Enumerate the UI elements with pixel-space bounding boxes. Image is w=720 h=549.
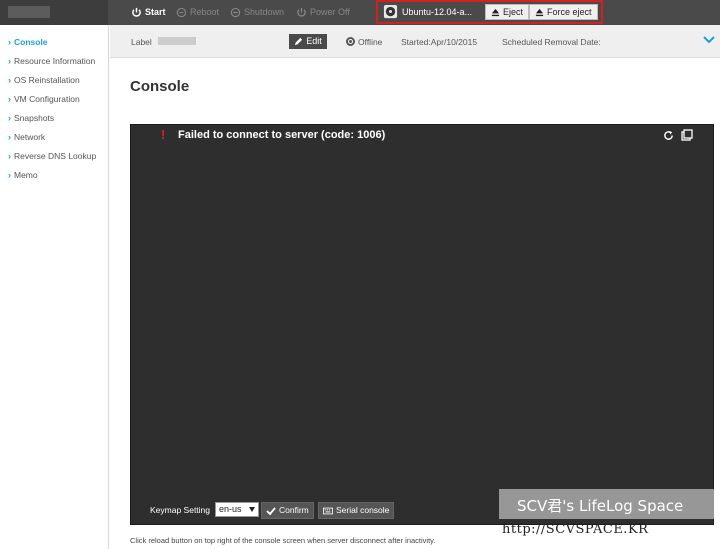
confirm-label: Confirm [279, 505, 309, 515]
sidebar-item-reverse-dns-lookup[interactable]: › Reverse DNS Lookup [8, 150, 96, 162]
chevron-right-icon: › [8, 56, 11, 66]
sidebar-item-label: OS Reinstallation [14, 75, 80, 85]
edit-label: Edit [306, 36, 322, 46]
error-message: Failed to connect to server (code: 1006) [178, 129, 386, 141]
error-icon: ! [161, 127, 166, 142]
reboot-icon [176, 7, 187, 18]
dropdown-arrow-icon [249, 507, 255, 512]
chevron-right-icon: › [8, 151, 11, 161]
console-help-text: Click reload button on top right of the … [130, 536, 436, 545]
sidebar-item-snapshots[interactable]: › Snapshots [8, 112, 54, 124]
console-screen[interactable] [130, 124, 714, 525]
sidebar-item-console[interactable]: › Console [8, 36, 48, 48]
status-indicator-icon [346, 37, 355, 46]
chevron-right-icon: › [8, 37, 11, 47]
reboot-label: Reboot [190, 7, 220, 17]
logo[interactable] [0, 0, 108, 25]
chevron-right-icon: › [8, 75, 11, 85]
eject-icon [491, 8, 500, 16]
serial-console-label: Serial console [336, 505, 390, 515]
chevron-right-icon: › [8, 170, 11, 180]
eject-icon [535, 8, 544, 16]
eject-button[interactable]: Eject [485, 4, 530, 20]
top-toolbar: Start Reboot Shutdown Power Off Ubuntu-1… [0, 0, 720, 25]
power-icon [132, 7, 141, 17]
eject-label: Eject [503, 7, 524, 17]
pencil-icon [295, 37, 303, 46]
keyboard-icon [323, 507, 333, 514]
label-value-redacted [158, 37, 196, 45]
fullscreen-icon[interactable] [681, 129, 693, 141]
sidebar-item-label: VM Configuration [14, 94, 80, 104]
start-label: Start [145, 7, 166, 17]
edit-label-button[interactable]: Edit [289, 34, 327, 49]
serial-console-button[interactable]: Serial console [318, 502, 395, 519]
logo-image [8, 6, 50, 18]
sidebar-item-label: Console [14, 37, 48, 47]
power-off-label: Power Off [310, 7, 350, 17]
sidebar-item-label: Memo [14, 170, 38, 180]
sidebar-nav: › Console › Resource Information › OS Reins… [0, 25, 109, 549]
page-title: Console [130, 78, 190, 95]
keymap-setting-label: Keymap Setting [150, 505, 211, 515]
power-off-button[interactable]: Power Off [296, 5, 350, 20]
start-button[interactable]: Start [131, 5, 166, 20]
reboot-button[interactable]: Reboot [176, 5, 219, 20]
keymap-selected-value: en-us [219, 504, 242, 514]
chevron-right-icon: › [8, 132, 11, 142]
mounted-iso-name: Ubuntu-12.04-a... [402, 7, 473, 17]
force-eject-label: Force eject [547, 7, 592, 17]
sidebar-item-vm-configuration[interactable]: › VM Configuration [8, 93, 80, 105]
watermark-url: http://SCVSPACE.KR [502, 522, 649, 537]
label-caption: Label [131, 37, 152, 47]
blog-watermark: SCV君's LifeLog Space http://SCVSPACE.KR [499, 489, 714, 544]
shutdown-button[interactable]: Shutdown [230, 5, 284, 20]
sidebar-item-network[interactable]: › Network [8, 131, 45, 143]
sidebar-item-os-reinstallation[interactable]: › OS Reinstallation [8, 74, 80, 86]
sidebar-item-label: Resource Information [14, 56, 96, 66]
watermark-title: SCV君's LifeLog Space [517, 497, 684, 515]
status-text: Offline [358, 37, 383, 47]
chevron-down-icon[interactable] [703, 35, 715, 45]
sidebar-item-label: Snapshots [14, 113, 55, 123]
chevron-right-icon: › [8, 113, 11, 123]
confirm-button[interactable]: Confirm [261, 502, 314, 519]
keymap-select[interactable]: en-us [215, 502, 259, 517]
shutdown-icon [230, 7, 241, 18]
disc-icon [383, 4, 398, 19]
power-off-icon [297, 7, 306, 17]
chevron-right-icon: › [8, 94, 11, 104]
sidebar-item-resource-information[interactable]: › Resource Information [8, 55, 95, 67]
sidebar-item-label: Reverse DNS Lookup [14, 151, 97, 161]
sidebar-item-memo[interactable]: › Memo [8, 169, 38, 181]
reload-icon[interactable] [663, 130, 674, 141]
scheduled-removal-date: Scheduled Removal Date: [502, 37, 601, 47]
started-date: Started:Apr/10/2015 [401, 37, 478, 47]
shutdown-label: Shutdown [244, 7, 285, 17]
force-eject-button[interactable]: Force eject [529, 4, 598, 20]
sidebar-item-label: Network [14, 132, 46, 142]
checkmark-icon [266, 506, 276, 515]
